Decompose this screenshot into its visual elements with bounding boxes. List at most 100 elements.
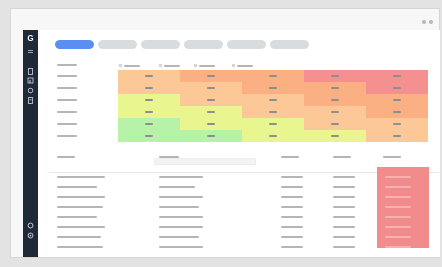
heatmap-cell[interactable] (366, 130, 428, 142)
heatmap-cell[interactable] (242, 70, 304, 82)
legend-dot-icon (194, 64, 197, 67)
table-cell (281, 226, 303, 228)
heatmap-cell[interactable] (242, 94, 304, 106)
cell-value (331, 135, 339, 137)
legend-dot-icon (232, 64, 235, 67)
tab-1[interactable] (55, 40, 94, 49)
heatmap-cell[interactable] (304, 82, 366, 94)
user-icon[interactable] (27, 232, 34, 239)
table-cell (159, 226, 203, 228)
cell-value (207, 99, 215, 101)
heatmap-cell[interactable] (242, 82, 304, 94)
heatmap-cell[interactable] (118, 70, 180, 82)
heatmap-cell[interactable] (118, 118, 180, 130)
cell-value (393, 75, 401, 77)
heatmap-cell[interactable] (366, 118, 428, 130)
tab-5[interactable] (227, 40, 266, 49)
table-cell (57, 246, 103, 248)
table-row[interactable] (49, 222, 439, 232)
table-cell (57, 186, 97, 188)
heatmap-cell[interactable] (242, 106, 304, 118)
tab-3[interactable] (141, 40, 180, 49)
table-cell (385, 216, 411, 218)
heatmap-cell[interactable] (366, 106, 428, 118)
table-row[interactable] (49, 242, 439, 252)
table-cell (281, 206, 303, 208)
logo-icon[interactable]: G (26, 34, 35, 43)
heatmap-cell[interactable] (304, 94, 366, 106)
legend-item[interactable] (194, 64, 215, 67)
table-cell (281, 176, 303, 178)
heatmap-cell[interactable] (180, 118, 242, 130)
cell-value (331, 99, 339, 101)
table-row[interactable] (49, 232, 439, 242)
tab-2[interactable] (98, 40, 137, 49)
table-cell (333, 246, 355, 248)
menu-icon[interactable] (27, 48, 34, 55)
heatmap-cell[interactable] (242, 118, 304, 130)
legend-item[interactable] (119, 64, 140, 67)
heatmap-cell[interactable] (180, 106, 242, 118)
cell-value (207, 87, 215, 89)
filter-input[interactable] (154, 158, 256, 165)
table-cell (333, 196, 355, 198)
chart-icon[interactable] (27, 77, 34, 84)
legend-item[interactable] (159, 64, 180, 67)
heatmap-cell[interactable] (118, 130, 180, 142)
table-cell (159, 206, 199, 208)
row-label (57, 99, 77, 101)
cell-value (145, 111, 153, 113)
table-row[interactable] (49, 172, 439, 182)
table-row[interactable] (49, 202, 439, 212)
heatmap-cell[interactable] (180, 70, 242, 82)
tab-6[interactable] (270, 40, 309, 49)
table-cell (385, 186, 411, 188)
heatmap-cell[interactable] (118, 106, 180, 118)
legend-item[interactable] (232, 64, 253, 67)
table-cell (333, 186, 355, 188)
heatmap-row (49, 118, 439, 130)
cell-value (269, 75, 277, 77)
window-dot[interactable] (422, 20, 426, 24)
refresh-icon[interactable] (27, 87, 34, 94)
heatmap-cell[interactable] (366, 94, 428, 106)
cell-value (393, 123, 401, 125)
heatmap-cell[interactable] (366, 82, 428, 94)
window-controls (422, 20, 433, 24)
cell-value (331, 75, 339, 77)
legend-dot-icon (119, 64, 122, 67)
doc-icon[interactable] (27, 97, 34, 104)
table-cell (385, 246, 411, 248)
heatmap-cell[interactable] (180, 94, 242, 106)
heatmap-row (49, 106, 439, 118)
cell-value (269, 123, 277, 125)
heatmap-cell[interactable] (180, 130, 242, 142)
heatmap-cell[interactable] (304, 130, 366, 142)
toolbar-tabs (55, 40, 309, 49)
heatmap-cell[interactable] (304, 118, 366, 130)
header-placeholder (57, 64, 77, 66)
heatmap-cell[interactable] (304, 106, 366, 118)
cell-value (269, 99, 277, 101)
tab-4[interactable] (184, 40, 223, 49)
heatmap-cell[interactable] (180, 82, 242, 94)
table-row[interactable] (49, 212, 439, 222)
heatmap-cell[interactable] (118, 82, 180, 94)
file-icon[interactable] (27, 68, 34, 75)
cell-value (393, 87, 401, 89)
row-label (57, 87, 77, 89)
heatmap-cell[interactable] (118, 94, 180, 106)
window-dot[interactable] (429, 20, 433, 24)
cell-value (269, 87, 277, 89)
table-row[interactable] (49, 192, 439, 202)
heatmap-cell[interactable] (304, 70, 366, 82)
settings-icon[interactable] (27, 222, 34, 229)
cell-value (331, 123, 339, 125)
heatmap-row (49, 94, 439, 106)
heatmap-cell[interactable] (242, 130, 304, 142)
table-cell (333, 206, 355, 208)
table-row[interactable] (49, 182, 439, 192)
heatmap-cell[interactable] (366, 70, 428, 82)
cell-value (207, 123, 215, 125)
cell-value (393, 135, 401, 137)
